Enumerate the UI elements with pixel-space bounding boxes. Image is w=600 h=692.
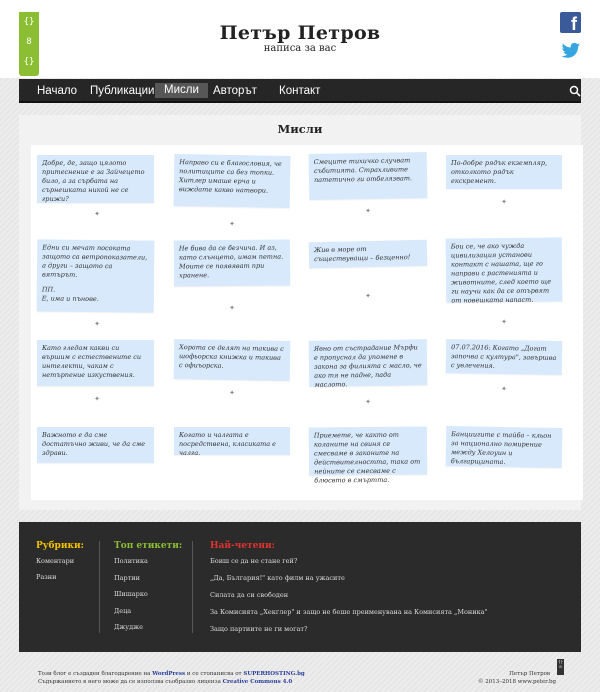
separator-icon: ✦ (365, 292, 371, 300)
popular-link[interactable]: „Да, България!" като филм на ужасите (210, 574, 345, 582)
note-card: Жив в море от съществуващи – безценно! (308, 239, 428, 269)
logo-glyph-bottom: {} (23, 57, 35, 67)
note-text: Е, има и пънове. (41, 294, 99, 304)
note-card: Не бива да се безчича. И аз, като слънце… (173, 239, 291, 287)
facebook-icon[interactable]: f (560, 12, 581, 34)
note-text: По-добре рядък екземпляр, отколкото рядъ… (451, 159, 548, 185)
note-card: Едни си мечат посоката защото са ветропо… (36, 239, 155, 313)
note-text: Банциигите с тайба – кльон за национално… (450, 430, 552, 467)
note-text: Приемете, че както от коланите на свиня … (313, 430, 421, 485)
rubric-link[interactable]: Разни (36, 573, 56, 581)
twitter-icon[interactable] (561, 42, 581, 60)
tag-link[interactable]: Джуджe (114, 623, 143, 631)
tag-link[interactable]: Политика (114, 557, 148, 565)
site-header: {} 8 {} Петър Петров написа за вас f (0, 0, 600, 78)
note-card: Бои се, че ако чужда цивилизация установ… (445, 237, 563, 305)
credits-text: и се стопанисва от (185, 671, 244, 677)
separator-icon: ✦ (365, 398, 371, 406)
note-text: Хората се делят на такива с шофьорска кн… (178, 343, 284, 370)
note-card: По-добре рядък екземпляр, отколкото рядъ… (446, 155, 562, 189)
site-footer: Рубрики: Коментари Разни Топ етикети: По… (19, 522, 581, 652)
tag-link[interactable]: Партии (114, 574, 140, 582)
popular-link[interactable]: Боиш се да не стане гей? (210, 557, 297, 565)
note-text: Не бива да се безчича. И аз, като слънце… (178, 243, 284, 280)
note-text: Като гледам какви си вършим с естествени… (42, 344, 142, 379)
separator-icon: ✦ (501, 385, 507, 393)
note-card: Като гледам какви си вършим с естествени… (37, 340, 154, 386)
nav-item-contact[interactable]: Контакт (270, 79, 329, 103)
note-text: Добре, де, защо цялото притеснение е за … (42, 159, 145, 203)
separator-icon: ✦ (229, 220, 235, 228)
site-subtitle: написа за вас (263, 43, 337, 54)
note-card: Добре, де, защо цялото притеснение е за … (37, 155, 154, 203)
bottom-bar: Този блог е създаден благодарение на Wor… (0, 656, 600, 692)
separator-icon: ✦ (365, 207, 371, 215)
footer-divider (99, 541, 100, 633)
note-card: Банциигите с тайба – кльон за национално… (445, 425, 563, 469)
separator-icon: ✦ (501, 198, 507, 206)
note-text: Жив в море от съществуващи – безценно! (313, 245, 411, 264)
nav-item-publications[interactable]: Публикации (81, 79, 163, 103)
note-card: 07.07.2016: Когато „Догат започва с култ… (445, 338, 563, 376)
note-card: Важното е да сме достатъчно живи, че да … (37, 427, 154, 463)
page-title: Мисли (277, 122, 323, 136)
note-card: Приемете, че както от коланите на свиня … (308, 426, 428, 484)
nav-item-thoughts[interactable]: Мисли (155, 83, 208, 98)
popular-link[interactable]: Защо партиите не ги могат? (210, 625, 307, 633)
note-card: Хората се делят на такива с шофьорска кн… (173, 338, 291, 382)
note-text: Бои се, че ако чужда цивилизация установ… (450, 241, 552, 305)
popular-link[interactable]: За Комисията „Хекглер" и защо не беше пр… (210, 608, 488, 616)
footer-divider (192, 541, 193, 633)
rubrics-heading: Рубрики: (36, 541, 84, 551)
copyright: © 2013–2018 www.peter.bg (477, 679, 556, 685)
popular-heading: Най-четени: (210, 541, 275, 551)
wordpress-link[interactable]: WordPress (152, 671, 185, 677)
separator-icon: ✦ (501, 318, 507, 326)
main-navigation: Начало Публикации Мисли Авторът Контакт (19, 79, 581, 103)
note-text: Явно от състраданиe Мърфи е пропуснал да… (313, 343, 422, 389)
nav-item-home[interactable]: Начало (28, 79, 86, 103)
tag-link[interactable]: Деца (114, 607, 131, 615)
note-card: Когато и чалгата е посредствена, класика… (174, 427, 290, 457)
license-link[interactable]: Creative Commons 4.0 (223, 679, 293, 685)
note-text: Направо си е благословия, че политиците … (178, 158, 282, 195)
nav-item-author[interactable]: Авторът (204, 79, 266, 103)
tag-link[interactable]: Шишарко (114, 590, 148, 598)
separator-icon: ✦ (229, 389, 235, 397)
rubric-link[interactable]: Коментари (36, 557, 74, 565)
license-line: Съдържанието в него може да се използва … (38, 678, 358, 686)
license-text: Съдържанието в него може да се използва … (38, 679, 223, 685)
note-text: 07.07.2016: Когато „Догат започва с култ… (450, 343, 557, 370)
note-text: Важното е да сме достатъчно живи, че да … (42, 431, 146, 457)
credits-line: Този блог е създаден благодарение на Wor… (38, 670, 358, 678)
note-text: Смеците тихичко случват събитията. Страх… (313, 156, 413, 184)
tags-heading: Топ етикети: (114, 541, 183, 551)
note-card: Явно от състраданиe Мърфи е пропуснал да… (308, 339, 428, 389)
separator-icon: ✦ (229, 304, 235, 312)
footer-author: Петър Петров (509, 671, 550, 677)
credits-text: Този блог е създаден благодарение на (38, 671, 153, 677)
separator-icon: ✦ (94, 210, 100, 218)
note-text: Когато и чалгата е посредствена, класика… (179, 431, 277, 457)
separator-icon: ✦ (94, 320, 100, 328)
search-icon[interactable] (569, 85, 581, 97)
note-text: Едни си мечат посоката защото са ветропо… (41, 243, 148, 279)
note-card: Смеците тихичко случват събитията. Страх… (308, 151, 428, 201)
site-title[interactable]: Петър Петров (0, 22, 600, 44)
separator-icon: ✦ (94, 395, 100, 403)
popular-link[interactable]: Силата да си свободен (210, 591, 288, 599)
superhosting-link[interactable]: SUPERHOSTING.bg (243, 671, 304, 677)
note-card: Направо си е благословия, че политиците … (173, 153, 291, 209)
